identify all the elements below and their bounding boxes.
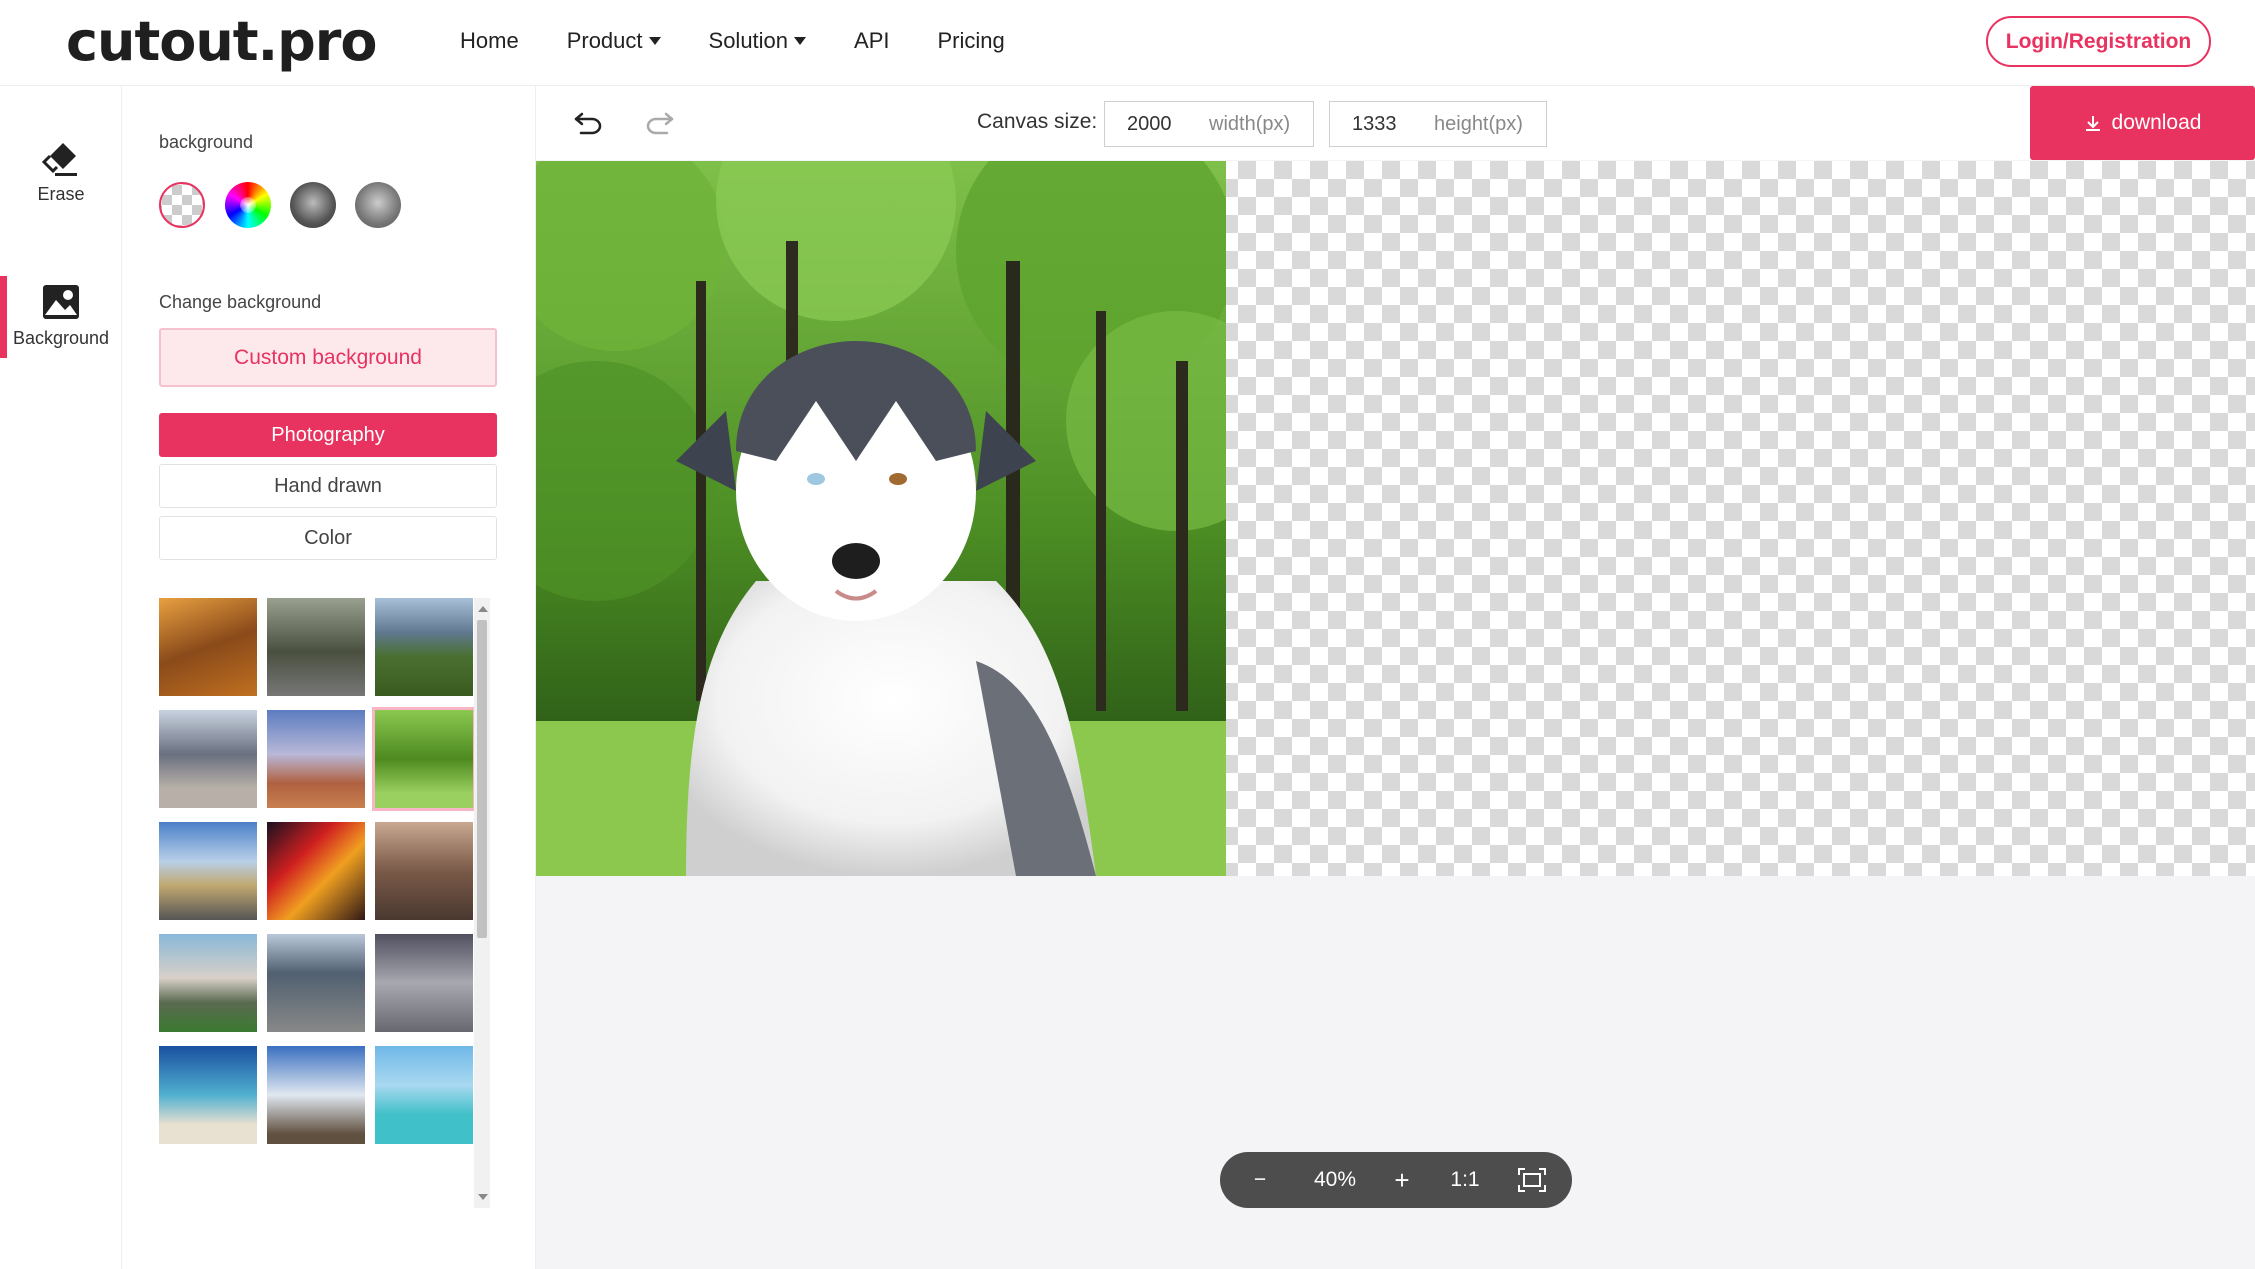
thumb-forest-road[interactable] <box>267 598 365 696</box>
top-header: cutout.pro Home Product Solution API Pri… <box>0 0 2255 86</box>
thumb-coastal-highway[interactable] <box>159 822 257 920</box>
scroll-thumb[interactable] <box>477 620 487 938</box>
download-label: download <box>2111 111 2202 134</box>
zoom-1-1-button[interactable]: 1:1 <box>1430 1152 1500 1208</box>
caret-down-icon <box>648 37 661 45</box>
download-icon <box>2085 116 2100 131</box>
zoom-level: 40% <box>1290 1152 1380 1208</box>
canvas-width-input[interactable]: 2000 width(px) <box>1104 101 1314 147</box>
nav-home-label: Home <box>460 28 519 53</box>
thumb-city-light-trails[interactable] <box>267 822 365 920</box>
fit-screen-button[interactable] <box>1510 1152 1554 1208</box>
transparent-swatch[interactable] <box>159 182 205 228</box>
eraser-icon <box>41 143 77 176</box>
thumb-sea-hut[interactable] <box>375 1046 473 1144</box>
image-gray-swatch[interactable] <box>355 182 401 228</box>
canvas-height-unit: height(px) <box>1434 112 1523 135</box>
zoom-in-button[interactable]: + <box>1382 1152 1422 1208</box>
canvas-height-input[interactable]: 1333 height(px) <box>1329 101 1547 147</box>
nav-solution[interactable]: Solution <box>709 28 807 54</box>
background-panel: background Change background Custom back… <box>122 86 536 1269</box>
zoom-controls: − 40% + 1:1 <box>1220 1152 1572 1208</box>
thumb-alpine-chalet[interactable] <box>159 934 257 1032</box>
change-background-label: Change background <box>159 292 322 312</box>
swatch-center <box>240 197 256 213</box>
custom-background-button[interactable]: Custom background <box>159 328 497 387</box>
thumb-cloudy-plain[interactable] <box>159 710 257 808</box>
caret-down-icon <box>794 37 807 45</box>
thumb-old-town-street[interactable] <box>375 822 473 920</box>
canvas-height-value: 1333 <box>1352 112 1397 135</box>
thumbnail-scrollbar[interactable] <box>474 598 490 1208</box>
canvas-size-label: Canvas size: <box>977 110 1098 133</box>
scroll-down-arrow-icon[interactable] <box>478 1194 488 1200</box>
redo-icon[interactable] <box>644 106 676 138</box>
thumb-eiffel-tower[interactable] <box>267 1046 365 1144</box>
background-section-label: background <box>159 132 254 152</box>
thumb-autumn-forest-path[interactable] <box>159 598 257 696</box>
nav-api[interactable]: API <box>854 28 889 54</box>
thumb-desert-sky[interactable] <box>267 710 365 808</box>
rail-item-background-label: Background <box>12 328 110 348</box>
rail-item-background[interactable]: Background <box>0 282 122 349</box>
tool-rail: Erase Background <box>0 86 122 1269</box>
nav-pricing-label: Pricing <box>937 28 1005 53</box>
thumb-tropical-beach[interactable] <box>159 1046 257 1144</box>
category-color[interactable]: Color <box>159 516 497 560</box>
thumb-city-avenue[interactable] <box>267 934 365 1032</box>
scroll-up-arrow-icon[interactable] <box>478 606 488 612</box>
zoom-level-label: 40% <box>1313 1168 1357 1191</box>
color-wheel-swatch[interactable] <box>225 182 271 228</box>
download-button[interactable]: download <box>2030 86 2255 160</box>
zoom-out-label: − <box>1253 1168 1267 1191</box>
nav-product-label: Product <box>566 28 643 53</box>
image-icon <box>43 285 79 319</box>
canvas-area[interactable] <box>536 161 2255 876</box>
rail-item-erase-label: Erase <box>37 184 85 204</box>
zoom-ratio-label: 1:1 <box>1450 1168 1480 1191</box>
canvas-width-unit: width(px) <box>1209 112 1291 135</box>
rail-item-erase[interactable]: Erase <box>0 138 122 205</box>
category-hand-drawn[interactable]: Hand drawn <box>159 464 497 508</box>
editor-toolbar: Canvas size: 2000 width(px) 1333 height(… <box>536 86 2255 160</box>
login-registration-button[interactable]: Login/Registration <box>1986 16 2211 67</box>
zoom-in-label: + <box>1394 1164 1410 1195</box>
thumb-mountain-valley-road[interactable] <box>375 598 473 696</box>
category-photography[interactable]: Photography <box>159 413 497 457</box>
nav-home[interactable]: Home <box>460 28 519 54</box>
image-blur-swatch[interactable] <box>290 182 336 228</box>
undo-icon[interactable] <box>572 106 604 138</box>
nav-product[interactable]: Product <box>567 28 661 54</box>
logo[interactable]: cutout.pro <box>66 10 378 73</box>
background-thumbnail-grid <box>159 598 497 1208</box>
editor-workspace: Canvas size: 2000 width(px) 1333 height(… <box>536 86 2255 1269</box>
nav-pricing[interactable]: Pricing <box>938 28 1005 54</box>
fit-screen-icon <box>1518 1168 1546 1192</box>
canvas-width-value: 2000 <box>1127 112 1172 135</box>
thumb-gothic-corridor[interactable] <box>375 934 473 1032</box>
zoom-out-button[interactable]: − <box>1240 1152 1280 1208</box>
nav-solution-label: Solution <box>708 28 789 53</box>
nav-api-label: API <box>854 28 890 53</box>
thumb-green-park-trees[interactable] <box>372 707 476 811</box>
dog-in-park-image <box>536 161 1226 876</box>
edited-photo[interactable] <box>536 161 1226 876</box>
main-nav: Home Product Solution API Pricing <box>460 28 1053 54</box>
